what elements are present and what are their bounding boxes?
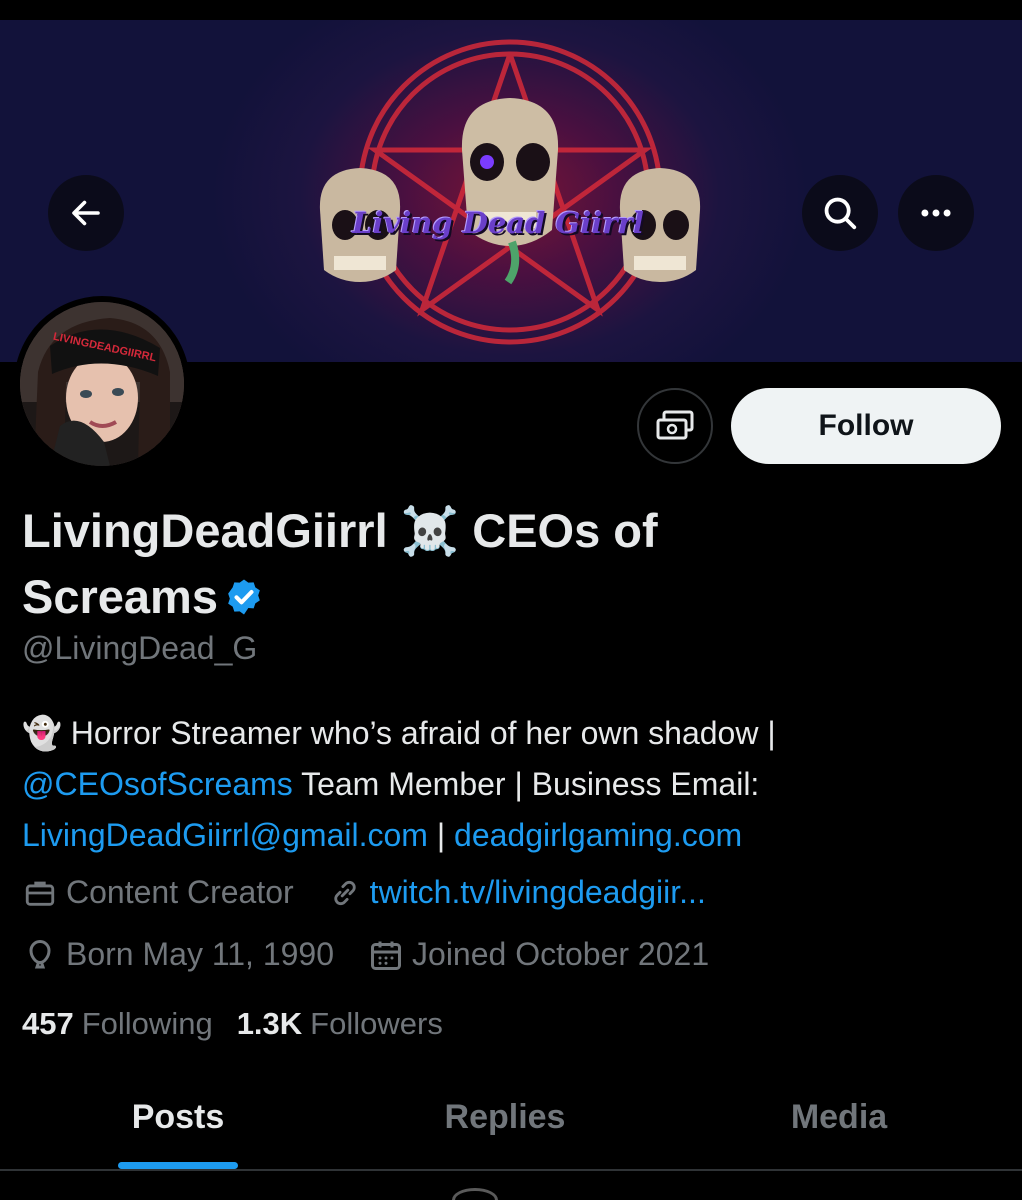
joined-item: Joined October 2021 — [368, 936, 709, 973]
skull-center-icon — [461, 98, 559, 285]
verified-badge-icon — [224, 568, 264, 634]
back-button[interactable] — [48, 175, 124, 251]
bio-text-1: Horror Streamer who’s afraid of her own … — [61, 715, 776, 751]
active-tab-indicator — [118, 1162, 238, 1169]
more-options-button[interactable] — [898, 175, 974, 251]
briefcase-icon — [25, 881, 55, 906]
avatar-photo — [20, 302, 184, 466]
profile-meta-row-1: Content Creator twitch.tv/livingdeadgiir… — [22, 874, 740, 911]
tabs-divider — [0, 1169, 1022, 1171]
profile-link-item[interactable]: twitch.tv/livingdeadgiir... — [328, 874, 706, 911]
balloon-icon — [29, 939, 51, 968]
search-button[interactable] — [802, 175, 878, 251]
follow-stats: 457 Following 1.3K Followers — [22, 1006, 467, 1042]
following-label: Following — [81, 1006, 213, 1041]
website-link[interactable]: deadgirlgaming.com — [454, 817, 742, 853]
search-icon — [824, 197, 857, 230]
display-name: LivingDeadGiirrl ☠️ CEOs of Screams — [22, 498, 782, 634]
email-link[interactable]: LivingDeadGiirrl@gmail.com — [22, 817, 428, 853]
born-text: Born May 11, 1990 — [66, 936, 335, 972]
tip-button[interactable] — [637, 388, 713, 464]
user-handle: @LivingDead_G — [22, 630, 258, 666]
tab-replies[interactable]: Replies — [430, 1098, 580, 1137]
birthday-item: Born May 11, 1990 — [22, 936, 334, 973]
status-bar — [0, 0, 1022, 20]
display-name-text: LivingDeadGiirrl ☠️ CEOs of Screams — [22, 504, 658, 623]
follow-button[interactable]: Follow — [731, 388, 1001, 464]
tab-posts[interactable]: Posts — [118, 1098, 238, 1137]
following-stat[interactable]: 457 Following — [22, 1006, 213, 1042]
money-icon — [656, 410, 694, 440]
mention-link[interactable]: @CEOsofScreams — [22, 766, 293, 802]
followers-count: 1.3K — [236, 1006, 303, 1041]
profile-tabs: Posts Replies Media — [0, 1080, 1022, 1170]
calendar-icon — [371, 941, 402, 970]
profile-bio: 👻 Horror Streamer who’s afraid of her ow… — [22, 708, 1012, 861]
arrow-left-icon — [72, 200, 100, 226]
following-count: 457 — [22, 1006, 74, 1041]
bio-text-2: Team Member | Business Email: — [292, 766, 760, 802]
bio-separator: | — [427, 817, 455, 853]
banner-logo-text: Living Dead Giirrl — [352, 206, 644, 240]
next-post-peek — [452, 1188, 498, 1200]
more-horizontal-icon — [921, 209, 951, 217]
ghost-emoji: 👻 — [22, 715, 62, 751]
tab-media[interactable]: Media — [775, 1098, 903, 1137]
avatar[interactable]: LIVINGDEADGIIRRL — [14, 296, 190, 472]
link-icon — [334, 880, 356, 905]
category-item: Content Creator — [22, 874, 294, 911]
followers-stat[interactable]: 1.3K Followers — [237, 1006, 443, 1042]
profile-meta-row-2: Born May 11, 1990 Joined October 2021 — [22, 936, 743, 973]
category-text: Content Creator — [66, 874, 294, 910]
profile-link[interactable]: twitch.tv/livingdeadgiir... — [370, 874, 706, 911]
joined-text: Joined October 2021 — [412, 936, 710, 972]
followers-label: Followers — [310, 1006, 443, 1041]
